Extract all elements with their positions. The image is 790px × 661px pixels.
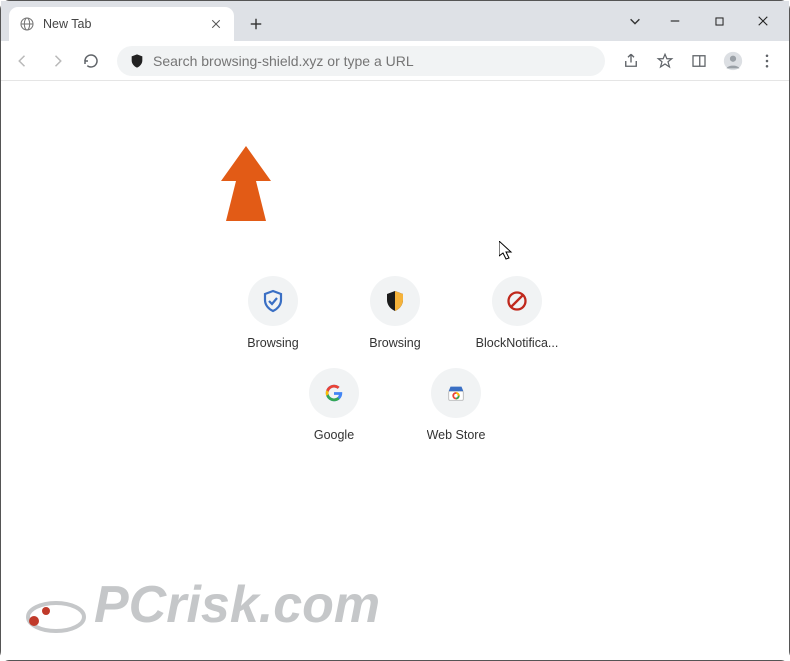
- shortcut-label: Browsing: [247, 336, 298, 350]
- watermark: PCrisk.com: [26, 575, 380, 635]
- shortcut-label: BlockNotifica...: [476, 336, 559, 350]
- tab-title: New Tab: [43, 17, 91, 31]
- shortcut-label: Google: [314, 428, 354, 442]
- annotation-arrow-icon: [216, 146, 276, 226]
- shortcut-label: Browsing: [369, 336, 420, 350]
- shortcut-web-store[interactable]: Web Store: [406, 368, 506, 442]
- shortcut-label: Web Store: [427, 428, 486, 442]
- shortcut-google[interactable]: Google: [284, 368, 384, 442]
- share-button[interactable]: [617, 47, 645, 75]
- shortcut-browsing-2[interactable]: Browsing: [345, 276, 445, 350]
- maximize-button[interactable]: [697, 5, 741, 37]
- shield-dark-icon: [370, 276, 420, 326]
- shortcuts-grid: Browsing Browsing BlockNotifica... Googl…: [205, 276, 585, 442]
- shield-blue-icon: [248, 276, 298, 326]
- toolbar: [1, 41, 789, 81]
- back-button[interactable]: [9, 47, 37, 75]
- cursor-icon: [499, 241, 514, 266]
- titlebar: New Tab: [1, 1, 789, 41]
- minimize-button[interactable]: [653, 5, 697, 37]
- profile-button[interactable]: [719, 47, 747, 75]
- close-window-button[interactable]: [741, 5, 785, 37]
- browser-tab[interactable]: New Tab: [9, 7, 234, 41]
- reload-button[interactable]: [77, 47, 105, 75]
- menu-button[interactable]: [753, 47, 781, 75]
- google-icon: [309, 368, 359, 418]
- forward-button[interactable]: [43, 47, 71, 75]
- block-icon: [492, 276, 542, 326]
- close-tab-button[interactable]: [208, 16, 224, 32]
- webstore-icon: [431, 368, 481, 418]
- side-panel-button[interactable]: [685, 47, 713, 75]
- watermark-text: PCrisk.com: [94, 575, 380, 635]
- new-tab-content: Browsing Browsing BlockNotifica... Googl…: [1, 81, 789, 660]
- tabs-dropdown-button[interactable]: [617, 5, 653, 37]
- shortcut-browsing-1[interactable]: Browsing: [223, 276, 323, 350]
- site-shield-icon: [129, 53, 145, 69]
- address-bar-input[interactable]: [153, 53, 593, 69]
- new-tab-button[interactable]: [242, 10, 270, 38]
- globe-icon: [19, 16, 35, 32]
- address-bar[interactable]: [117, 46, 605, 76]
- bookmark-button[interactable]: [651, 47, 679, 75]
- window-controls: [617, 1, 789, 41]
- shortcut-blocknotifications[interactable]: BlockNotifica...: [467, 276, 567, 350]
